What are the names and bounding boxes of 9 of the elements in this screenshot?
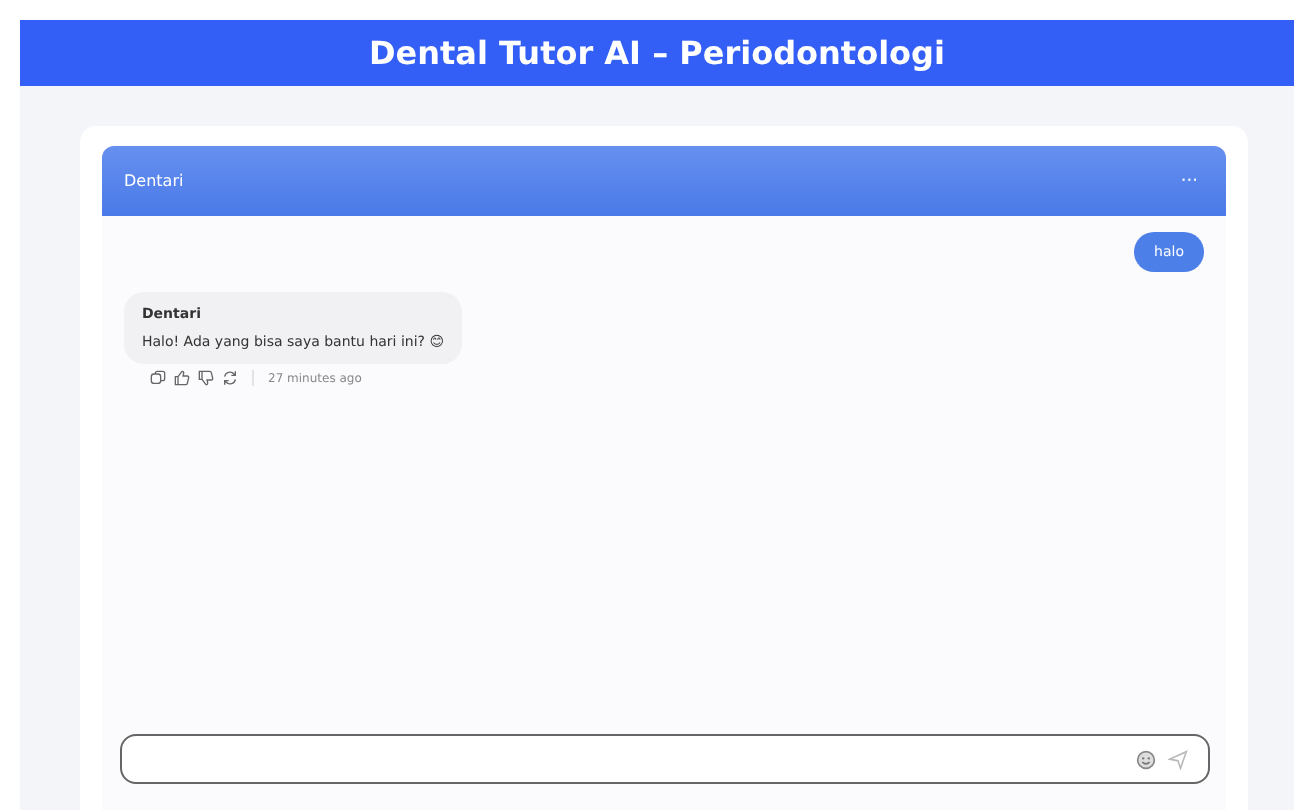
chat-title: Dentari: [124, 172, 184, 190]
smiley-icon[interactable]: [1136, 749, 1156, 769]
refresh-icon[interactable]: [222, 370, 238, 386]
thumbs-up-icon[interactable]: [174, 370, 190, 386]
copy-icon[interactable]: [150, 370, 166, 386]
app-title: Dental Tutor AI – Periodontologi: [369, 34, 945, 72]
message-input[interactable]: [120, 734, 1210, 784]
thumbs-down-icon[interactable]: [198, 370, 214, 386]
menu-button[interactable]: ···: [1176, 171, 1202, 191]
